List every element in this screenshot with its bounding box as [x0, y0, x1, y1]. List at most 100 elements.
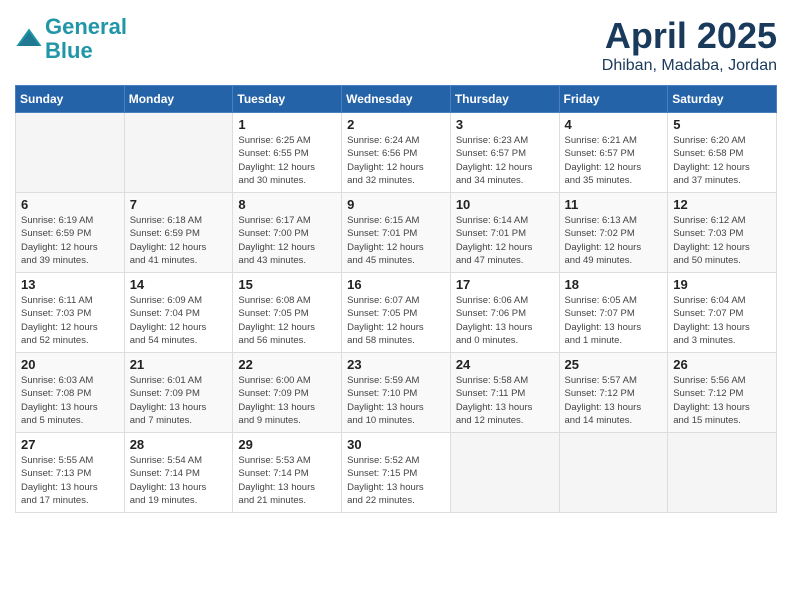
day-info: Sunrise: 5:52 AMSunset: 7:15 PMDaylight:… [347, 454, 445, 507]
weekday-header-saturday: Saturday [668, 86, 777, 113]
calendar-cell: 21 Sunrise: 6:01 AMSunset: 7:09 PMDayligh… [124, 353, 233, 433]
calendar-cell: 29Sunrise: 5:53 AMSunset: 7:14 PMDayligh… [233, 433, 342, 513]
day-number: 23 [347, 357, 445, 372]
day-info: Sunrise: 6:17 AMSunset: 7:00 PMDaylight:… [238, 214, 336, 267]
day-number: 29 [238, 437, 336, 452]
calendar-cell [16, 113, 125, 193]
calendar-cell: 16Sunrise: 6:07 AMSunset: 7:05 PMDayligh… [342, 273, 451, 353]
calendar-cell: 28 Sunrise: 5:54 AMSunset: 7:14 PMDayligh… [124, 433, 233, 513]
calendar-week-1: 1 Sunrise: 6:25 AMSunset: 6:55 PMDaylight… [16, 113, 777, 193]
day-info: Sunrise: 6:00 AMSunset: 7:09 PMDaylight:… [238, 374, 336, 427]
day-info: Sunrise: 6:03 AMSunset: 7:08 PMDaylight:… [21, 374, 119, 427]
logo: General Blue [15, 15, 127, 63]
day-number: 26 [673, 357, 771, 372]
day-info: Sunrise: 6:08 AMSunset: 7:05 PMDaylight:… [238, 294, 336, 347]
day-number: 15 [238, 277, 336, 292]
day-number: 22 [238, 357, 336, 372]
calendar-cell: 19 Sunrise: 6:04 AMSunset: 7:07 PMDayligh… [668, 273, 777, 353]
calendar-body: 1 Sunrise: 6:25 AMSunset: 6:55 PMDaylight… [16, 113, 777, 513]
day-number: 25 [565, 357, 663, 372]
day-number: 1 [238, 117, 336, 132]
day-info: Sunrise: 6:05 AMSunset: 7:07 PMDaylight:… [565, 294, 663, 347]
month-title: April 2025 [602, 15, 777, 57]
title-block: April 2025 Dhiban, Madaba, Jordan [602, 15, 777, 75]
weekday-header-wednesday: Wednesday [342, 86, 451, 113]
calendar-cell: 7 Sunrise: 6:18 AMSunset: 6:59 PMDaylight… [124, 193, 233, 273]
day-number: 24 [456, 357, 554, 372]
day-info: Sunrise: 6:25 AMSunset: 6:55 PMDaylight:… [238, 134, 336, 187]
calendar-cell: 12Sunrise: 6:12 AMSunset: 7:03 PMDayligh… [668, 193, 777, 273]
calendar-cell: 9Sunrise: 6:15 AMSunset: 7:01 PMDaylight… [342, 193, 451, 273]
day-info: Sunrise: 6:14 AMSunset: 7:01 PMDaylight:… [456, 214, 554, 267]
calendar-week-3: 13 Sunrise: 6:11 AMSunset: 7:03 PMDayligh… [16, 273, 777, 353]
day-number: 5 [673, 117, 771, 132]
day-info: Sunrise: 5:57 AMSunset: 7:12 PMDaylight:… [565, 374, 663, 427]
day-number: 4 [565, 117, 663, 132]
logo-text: General Blue [45, 15, 127, 63]
calendar-cell [668, 433, 777, 513]
calendar-cell: 6 Sunrise: 6:19 AMSunset: 6:59 PMDaylight… [16, 193, 125, 273]
day-number: 19 [673, 277, 771, 292]
calendar-cell: 11Sunrise: 6:13 AMSunset: 7:02 PMDayligh… [559, 193, 668, 273]
calendar-cell: 30 Sunrise: 5:52 AMSunset: 7:15 PMDayligh… [342, 433, 451, 513]
location: Dhiban, Madaba, Jordan [602, 57, 777, 75]
calendar-table: SundayMondayTuesdayWednesdayThursdayFrid… [15, 85, 777, 513]
day-number: 18 [565, 277, 663, 292]
calendar-cell: 14Sunrise: 6:09 AMSunset: 7:04 PMDayligh… [124, 273, 233, 353]
calendar-cell: 13 Sunrise: 6:11 AMSunset: 7:03 PMDayligh… [16, 273, 125, 353]
day-number: 28 [130, 437, 228, 452]
day-number: 7 [130, 197, 228, 212]
weekday-header-tuesday: Tuesday [233, 86, 342, 113]
day-info: Sunrise: 6:11 AMSunset: 7:03 PMDaylight:… [21, 294, 119, 347]
calendar-cell: 5 Sunrise: 6:20 AMSunset: 6:58 PMDaylight… [668, 113, 777, 193]
weekday-header-friday: Friday [559, 86, 668, 113]
day-info: Sunrise: 6:19 AMSunset: 6:59 PMDaylight:… [21, 214, 119, 267]
day-info: Sunrise: 5:56 AMSunset: 7:12 PMDaylight:… [673, 374, 771, 427]
calendar-cell: 18 Sunrise: 6:05 AMSunset: 7:07 PMDayligh… [559, 273, 668, 353]
calendar-cell: 2 Sunrise: 6:24 AMSunset: 6:56 PMDaylight… [342, 113, 451, 193]
day-info: Sunrise: 6:13 AMSunset: 7:02 PMDaylight:… [565, 214, 663, 267]
calendar-cell [450, 433, 559, 513]
day-number: 17 [456, 277, 554, 292]
day-number: 21 [130, 357, 228, 372]
day-number: 30 [347, 437, 445, 452]
day-number: 3 [456, 117, 554, 132]
calendar-cell: 8 Sunrise: 6:17 AMSunset: 7:00 PMDaylight… [233, 193, 342, 273]
day-info: Sunrise: 6:20 AMSunset: 6:58 PMDaylight:… [673, 134, 771, 187]
day-info: Sunrise: 6:09 AMSunset: 7:04 PMDaylight:… [130, 294, 228, 347]
calendar-cell: 22 Sunrise: 6:00 AMSunset: 7:09 PMDayligh… [233, 353, 342, 433]
calendar-cell: 27 Sunrise: 5:55 AMSunset: 7:13 PMDayligh… [16, 433, 125, 513]
day-info: Sunrise: 6:07 AMSunset: 7:05 PMDaylight:… [347, 294, 445, 347]
day-info: Sunrise: 5:55 AMSunset: 7:13 PMDaylight:… [21, 454, 119, 507]
calendar-cell [124, 113, 233, 193]
weekday-header-sunday: Sunday [16, 86, 125, 113]
calendar-cell: 26 Sunrise: 5:56 AMSunset: 7:12 PMDayligh… [668, 353, 777, 433]
day-info: Sunrise: 6:18 AMSunset: 6:59 PMDaylight:… [130, 214, 228, 267]
calendar-cell: 15 Sunrise: 6:08 AMSunset: 7:05 PMDayligh… [233, 273, 342, 353]
day-info: Sunrise: 5:54 AMSunset: 7:14 PMDaylight:… [130, 454, 228, 507]
day-info: Sunrise: 6:23 AMSunset: 6:57 PMDaylight:… [456, 134, 554, 187]
day-info: Sunrise: 6:04 AMSunset: 7:07 PMDaylight:… [673, 294, 771, 347]
day-number: 8 [238, 197, 336, 212]
day-number: 2 [347, 117, 445, 132]
calendar-cell: 24Sunrise: 5:58 AMSunset: 7:11 PMDayligh… [450, 353, 559, 433]
page-header: General Blue April 2025 Dhiban, Madaba, … [15, 15, 777, 75]
day-number: 10 [456, 197, 554, 212]
calendar-week-5: 27 Sunrise: 5:55 AMSunset: 7:13 PMDayligh… [16, 433, 777, 513]
calendar-cell: 4Sunrise: 6:21 AMSunset: 6:57 PMDaylight… [559, 113, 668, 193]
day-info: Sunrise: 6:24 AMSunset: 6:56 PMDaylight:… [347, 134, 445, 187]
day-info: Sunrise: 5:59 AMSunset: 7:10 PMDaylight:… [347, 374, 445, 427]
day-number: 6 [21, 197, 119, 212]
calendar-week-2: 6 Sunrise: 6:19 AMSunset: 6:59 PMDaylight… [16, 193, 777, 273]
day-info: Sunrise: 6:06 AMSunset: 7:06 PMDaylight:… [456, 294, 554, 347]
calendar-cell: 3 Sunrise: 6:23 AMSunset: 6:57 PMDaylight… [450, 113, 559, 193]
day-info: Sunrise: 6:01 AMSunset: 7:09 PMDaylight:… [130, 374, 228, 427]
day-number: 12 [673, 197, 771, 212]
weekday-header-row: SundayMondayTuesdayWednesdayThursdayFrid… [16, 86, 777, 113]
day-number: 9 [347, 197, 445, 212]
calendar-week-4: 20Sunrise: 6:03 AMSunset: 7:08 PMDayligh… [16, 353, 777, 433]
day-number: 13 [21, 277, 119, 292]
day-number: 27 [21, 437, 119, 452]
weekday-header-monday: Monday [124, 86, 233, 113]
calendar-cell: 1 Sunrise: 6:25 AMSunset: 6:55 PMDaylight… [233, 113, 342, 193]
